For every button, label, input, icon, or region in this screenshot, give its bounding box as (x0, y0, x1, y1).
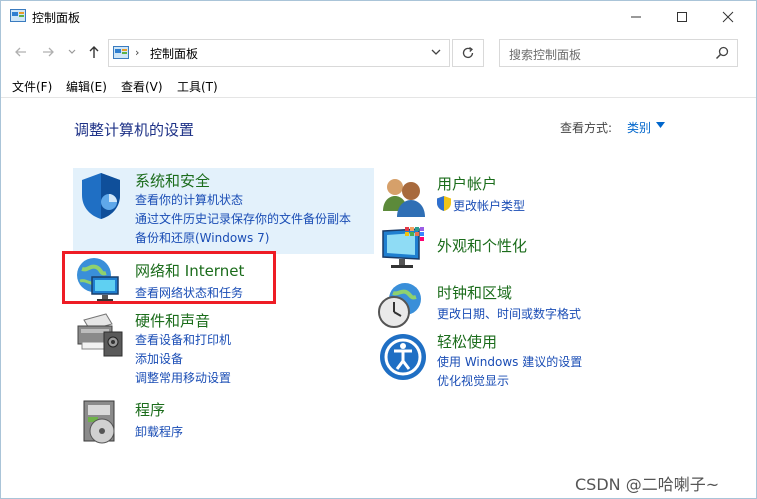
category-system-security-title[interactable]: 系统和安全 (135, 170, 210, 191)
window-title: 控制面板 (32, 11, 81, 25)
address-bar[interactable]: › 控制面板 (108, 39, 450, 67)
shield-icon[interactable] (76, 171, 126, 221)
link-mobility-settings[interactable]: 调整常用移动设置 (135, 369, 231, 386)
category-clock-region-title[interactable]: 时钟和区域 (437, 282, 512, 303)
address-row: › 控制面板 搜索控制面板 (1, 35, 756, 71)
refresh-icon (462, 46, 474, 59)
breadcrumb-separator[interactable]: › (135, 46, 139, 59)
menu-file[interactable]: 文件(F) (12, 78, 52, 95)
page-title: 调整计算机的设置 (74, 121, 195, 139)
link-file-history-backup[interactable]: 通过文件历史记录保存你的文件备份副本 (135, 210, 351, 227)
link-change-account-type[interactable]: 更改帐户类型 (453, 197, 525, 214)
appearance-monitor-icon[interactable] (379, 225, 429, 275)
menu-tools[interactable]: 工具(T) (177, 78, 218, 95)
close-icon (722, 11, 734, 23)
chevron-down-icon[interactable] (429, 45, 443, 59)
link-backup-restore[interactable]: 备份和还原(Windows 7) (135, 229, 269, 246)
arrow-up-icon (89, 46, 99, 58)
uac-shield-icon (437, 196, 451, 211)
category-appearance-title[interactable]: 外观和个性化 (437, 235, 527, 256)
category-programs-title[interactable]: 程序 (135, 399, 165, 420)
link-windows-recommended-settings[interactable]: 使用 Windows 建议的设置 (437, 353, 582, 370)
search-placeholder: 搜索控制面板 (509, 48, 582, 62)
category-hardware-sound-title[interactable]: 硬件和声音 (135, 310, 210, 331)
caret-down-icon[interactable] (656, 122, 665, 128)
control-panel-icon (113, 46, 129, 59)
annotation-highlight-box (62, 251, 276, 304)
printer-icon[interactable] (74, 310, 124, 360)
link-view-computer-status[interactable]: 查看你的计算机状态 (135, 191, 243, 208)
search-icon[interactable] (715, 46, 729, 60)
close-button[interactable] (705, 1, 751, 33)
view-by-dropdown[interactable]: 类别 (627, 119, 651, 136)
category-ease-of-access-title[interactable]: 轻松使用 (437, 331, 497, 352)
category-user-accounts-title[interactable]: 用户帐户 (437, 173, 497, 194)
minimize-icon (631, 16, 641, 18)
control-panel-window: 控制面板 › 控制面板 搜索控制面板 文件(F) 编辑(E) 查看(V) 工具(… (0, 0, 757, 499)
chevron-down-icon (68, 49, 76, 54)
clock-globe-icon[interactable] (377, 281, 427, 331)
search-input[interactable]: 搜索控制面板 (499, 39, 738, 67)
link-optimize-visual-display[interactable]: 优化视觉显示 (437, 372, 509, 389)
programs-icon[interactable] (76, 397, 126, 447)
up-button[interactable] (83, 41, 105, 63)
users-icon[interactable] (379, 173, 429, 223)
recent-locations-button[interactable] (61, 41, 83, 63)
arrow-left-icon (15, 47, 26, 57)
link-add-device[interactable]: 添加设备 (135, 350, 183, 367)
breadcrumb-control-panel[interactable]: 控制面板 (150, 45, 198, 62)
maximize-button[interactable] (659, 1, 705, 33)
view-by-label: 查看方式: (560, 121, 613, 135)
watermark-text: CSDN @二哈喇子~ (575, 475, 720, 494)
control-panel-icon (10, 9, 26, 22)
title-bar: 控制面板 (1, 1, 756, 33)
link-uninstall-program[interactable]: 卸载程序 (135, 423, 183, 440)
link-change-date-time-format[interactable]: 更改日期、时间或数字格式 (437, 305, 581, 322)
menu-bar: 文件(F) 编辑(E) 查看(V) 工具(T) (1, 75, 756, 98)
menu-view[interactable]: 查看(V) (121, 78, 163, 95)
forward-button[interactable] (37, 41, 59, 63)
maximize-icon (677, 12, 687, 22)
back-button[interactable] (10, 41, 32, 63)
minimize-button[interactable] (613, 1, 659, 33)
link-devices-printers[interactable]: 查看设备和打印机 (135, 331, 231, 348)
arrow-right-icon (43, 47, 54, 57)
menu-edit[interactable]: 编辑(E) (66, 78, 107, 95)
ease-of-access-icon[interactable] (378, 332, 428, 382)
refresh-button[interactable] (452, 39, 484, 67)
